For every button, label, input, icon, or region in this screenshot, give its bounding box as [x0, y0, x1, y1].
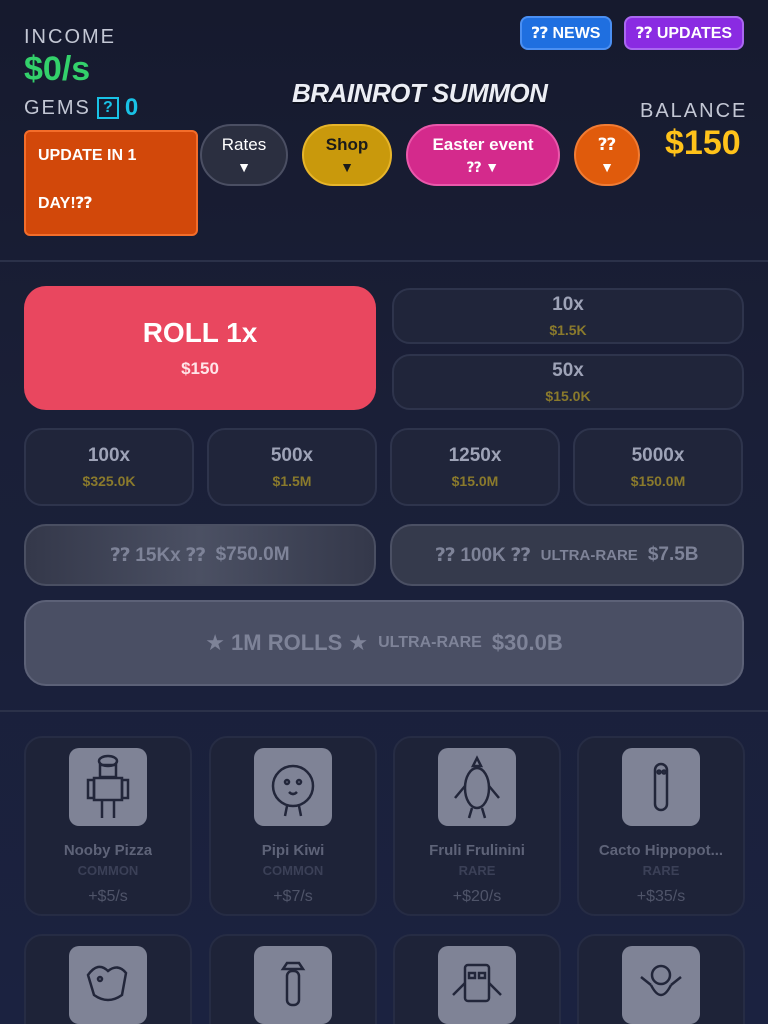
brainrot-card[interactable]: Cacto Hippopot... RARE +$35/s	[577, 736, 745, 916]
roll-500x-label: 500x	[270, 445, 314, 466]
roll-15kx-button[interactable]: ⁇ 15Kx ⁇ $750.0M	[24, 524, 376, 586]
easter-sub: ⁇ ▼	[466, 158, 500, 175]
character-image	[254, 748, 332, 826]
roll-15kx-price: $750.0M	[215, 544, 290, 565]
character-image	[622, 946, 700, 1024]
roll-1250x-button[interactable]: 1250x $15.0M	[390, 428, 560, 506]
roll-5000x-price: $150.0M	[630, 473, 686, 489]
shop-label: Shop	[325, 135, 369, 154]
roll-10x-button[interactable]: 10x $1.5K	[392, 288, 744, 344]
roll-1x-price: $150	[181, 359, 219, 378]
card-income: +$5/s	[88, 888, 128, 905]
character-image	[69, 748, 147, 826]
roll-1250x-price: $15.0M	[451, 473, 499, 489]
card-name: Pipi Kiwi	[261, 842, 325, 859]
balance-value: $150	[665, 124, 741, 162]
updates-button[interactable]: ⁇ UPDATES	[624, 16, 744, 50]
roll-100x-price: $325.0K	[82, 473, 136, 489]
card-name: Cacto Hippopot...	[598, 842, 724, 859]
income-label: INCOME	[24, 26, 116, 48]
gems-value: 0	[124, 94, 139, 121]
income-value: $0/s	[24, 50, 91, 88]
character-image	[438, 748, 516, 826]
easter-label: Easter event	[432, 134, 534, 154]
rates-button[interactable]: Rates ▼	[200, 124, 288, 186]
roll-15kx-label: ⁇ 15Kx ⁇	[110, 544, 206, 566]
card-name: Nooby Pizza	[63, 842, 153, 859]
roll-50x-label: 50x	[552, 360, 584, 381]
brainrot-card[interactable]	[209, 934, 377, 1024]
roll-5000x-label: 5000x	[631, 445, 685, 466]
roll-500x-price: $1.5M	[272, 473, 312, 489]
roll-1250x-label: 1250x	[448, 445, 502, 466]
roll-1x-label: ROLL 1x	[142, 317, 258, 348]
more-icon: ⁇	[598, 135, 616, 154]
shop-button[interactable]: Shop ▼	[302, 124, 392, 186]
rates-label: Rates	[221, 135, 267, 154]
divider	[0, 260, 768, 262]
brainrot-card[interactable]: Pipi Kiwi COMMON +$7/s	[209, 736, 377, 916]
roll-1x-button[interactable]: ROLL 1x $150	[24, 286, 376, 410]
roll-100k-tag: ULTRA-RARE	[540, 546, 638, 564]
brainrot-card[interactable]	[577, 934, 745, 1024]
brainrot-card[interactable]	[393, 934, 561, 1024]
gems-label: GEMS	[24, 96, 91, 119]
roll-100x-button[interactable]: 100x $325.0K	[24, 428, 194, 506]
gem-icon: ?	[96, 97, 119, 119]
roll-100x-label: 100x	[87, 445, 131, 466]
roll-1m-label: ★ 1M ROLLS ★	[205, 630, 369, 655]
game-title: BRAINROT SUMMON	[292, 78, 548, 108]
more-menu-button[interactable]: ⁇ ▼	[574, 124, 640, 186]
balance-label: BALANCE	[640, 100, 748, 122]
roll-10x-label: 10x	[552, 294, 584, 315]
roll-5000x-button[interactable]: 5000x $150.0M	[573, 428, 743, 506]
update-line-2: DAY!⁇	[38, 195, 93, 212]
gems-row: GEMS ? 0	[24, 94, 138, 122]
chevron-down-icon: ▼	[340, 159, 354, 175]
brainrot-card[interactable]	[24, 934, 192, 1024]
character-image	[254, 946, 332, 1024]
roll-1m-tag: ULTRA-RARE	[378, 634, 482, 651]
character-image	[438, 946, 516, 1024]
roll-1m-price: $30.0B	[491, 630, 563, 655]
roll-100k-price: $7.5B	[647, 544, 699, 565]
brainrot-card[interactable]: Fruli Frulinini RARE +$20/s	[393, 736, 561, 916]
easter-event-button[interactable]: Easter event ⁇ ▼	[406, 124, 560, 186]
card-rarity: COMMON	[262, 863, 324, 878]
roll-500x-button[interactable]: 500x $1.5M	[207, 428, 377, 506]
roll-100k-button[interactable]: ⁇ 100K ⁇ ULTRA-RARE $7.5B	[390, 524, 744, 586]
roll-50x-button[interactable]: 50x $15.0K	[392, 354, 744, 410]
card-rarity: COMMON	[77, 863, 139, 878]
card-rarity: RARE	[642, 863, 680, 878]
card-income: +$7/s	[273, 888, 313, 905]
roll-50x-price: $15.0K	[545, 388, 591, 404]
card-income: +$35/s	[636, 888, 686, 905]
update-countdown-box: UPDATE IN 1 DAY!⁇	[24, 130, 198, 236]
roll-1m-button[interactable]: ★ 1M ROLLS ★ ULTRA-RARE $30.0B	[24, 600, 744, 686]
chevron-down-icon: ▼	[600, 159, 614, 175]
character-image	[69, 946, 147, 1024]
update-line-1: UPDATE IN 1	[38, 147, 137, 164]
card-income: +$20/s	[452, 888, 502, 905]
chevron-down-icon: ▼	[237, 159, 251, 175]
card-name: Fruli Frulinini	[429, 842, 525, 859]
character-image	[622, 748, 700, 826]
roll-100k-label: ⁇ 100K ⁇	[435, 544, 531, 566]
brainrot-card[interactable]: Nooby Pizza COMMON +$5/s	[24, 736, 192, 916]
news-button[interactable]: ⁇ NEWS	[520, 16, 612, 50]
divider	[0, 710, 768, 712]
card-rarity: RARE	[458, 863, 496, 878]
roll-10x-price: $1.5K	[549, 322, 587, 338]
